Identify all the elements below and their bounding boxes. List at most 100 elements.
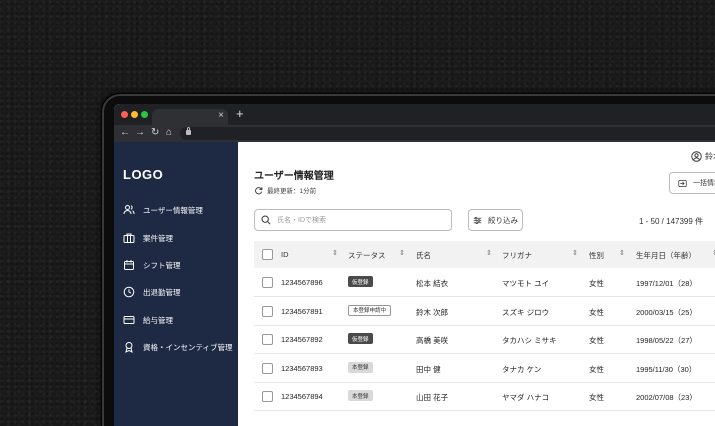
card-icon bbox=[123, 316, 135, 324]
cell-name: 高橋 美咲 bbox=[416, 336, 449, 345]
cell-gender: 女性 bbox=[589, 336, 604, 345]
sidebar-item-projects[interactable]: 案件管理 bbox=[123, 231, 173, 245]
last-updated: 最終更新：1分前 bbox=[254, 185, 316, 195]
table-header: ID ⇕ ステータス ⇕ 氏名 ⇕ フリガナ ⇕ 性別 ⇕ 生年月日（年齢） ⇕ bbox=[254, 241, 715, 268]
cell-id: 1234567893 bbox=[281, 363, 323, 373]
sidebar-item-label: ユーザー情報管理 bbox=[143, 205, 203, 215]
filter-button[interactable]: 絞り込み bbox=[468, 209, 523, 231]
browser-tabbar: × + bbox=[114, 104, 715, 125]
users-icon bbox=[123, 205, 135, 215]
address-bar-row: ← → ↻ ⌂ bbox=[114, 125, 715, 142]
sort-icon[interactable]: ⇕ bbox=[619, 249, 625, 257]
column-header-id[interactable]: ID bbox=[281, 250, 289, 259]
search-input[interactable]: 氏名・IDで検索 bbox=[254, 209, 452, 231]
status-badge: 仮登録 bbox=[348, 276, 373, 287]
sidebar-item-attendance[interactable]: 出退勤管理 bbox=[123, 285, 181, 299]
status-badge: 本登録 bbox=[348, 361, 373, 373]
sort-icon[interactable]: ⇕ bbox=[332, 249, 338, 257]
table-row[interactable]: 1234567892 高橋 美咲 タカハシ ミサキ 女性 1998/05/22（27） 仮… bbox=[254, 325, 715, 354]
logo: LOGO bbox=[123, 167, 164, 182]
column-header-name[interactable]: 氏名 bbox=[416, 250, 431, 261]
sidebar-item-qualifications[interactable]: 資格・インセンティブ管理 bbox=[123, 340, 233, 354]
sidebar-item-payroll[interactable]: 給与管理 bbox=[123, 313, 173, 327]
cell-gender: 女性 bbox=[589, 393, 604, 402]
table-row[interactable]: 1234567891 鈴木 次郎 スズキ ジロウ 女性 2000/03/15（25） 本登… bbox=[254, 297, 715, 326]
row-checkbox[interactable] bbox=[262, 391, 273, 402]
table-row[interactable]: 1234567894 山田 花子 ヤマダ ハナコ 女性 2002/07/08（23） 本登… bbox=[254, 382, 715, 411]
filter-icon bbox=[473, 216, 482, 224]
column-header-birthdate[interactable]: 生年月日（年齢） bbox=[636, 250, 696, 261]
column-header-gender[interactable]: 性別 bbox=[589, 250, 604, 261]
refresh-icon[interactable] bbox=[254, 186, 263, 195]
sidebar-item-label: 案件管理 bbox=[143, 233, 173, 243]
pagination-info: 1 - 50 / 147399 件 bbox=[639, 217, 704, 226]
cell-gender: 女性 bbox=[589, 279, 604, 288]
status-badge: 本登録 bbox=[348, 390, 373, 401]
briefcase-icon bbox=[123, 233, 135, 243]
sidebar: LOGO ユーザー情報管理 案件管理 シフト管理 出退勤管理 給与管理 資格・イ… bbox=[114, 142, 238, 426]
sidebar-item-label: 給与管理 bbox=[143, 315, 173, 325]
forward-icon[interactable]: → bbox=[135, 127, 145, 138]
user-icon[interactable] bbox=[691, 151, 702, 162]
last-updated-text: 最終更新：1分前 bbox=[267, 188, 317, 195]
cell-kana: ヤマダ ハナコ bbox=[502, 393, 550, 402]
sidebar-item-users[interactable]: ユーザー情報管理 bbox=[123, 203, 203, 217]
row-checkbox[interactable] bbox=[262, 305, 273, 317]
sidebar-item-shifts[interactable]: シフト管理 bbox=[123, 258, 181, 272]
filter-label: 絞り込み bbox=[488, 215, 518, 225]
new-tab-icon[interactable]: + bbox=[236, 106, 244, 121]
page-title: ユーザー情報管理 bbox=[254, 171, 334, 182]
cell-name: 松本 結衣 bbox=[416, 279, 449, 288]
tab-close-icon[interactable]: × bbox=[218, 110, 224, 121]
sort-icon[interactable]: ⇕ bbox=[572, 249, 578, 257]
import-icon bbox=[678, 179, 687, 187]
cell-birth: 2002/07/08（23） bbox=[636, 393, 697, 402]
cell-birth: 1995/11/30（30） bbox=[636, 364, 697, 374]
cell-birth: 1998/05/22（27） bbox=[636, 336, 697, 345]
row-checkbox[interactable] bbox=[262, 362, 273, 374]
search-icon bbox=[261, 215, 271, 225]
table-row[interactable]: 1234567893 田中 健 タナカ ケン 女性 1995/11/30（30） 本登録 bbox=[254, 354, 715, 383]
cell-name: 山田 花子 bbox=[416, 393, 449, 402]
sort-icon[interactable]: ⇕ bbox=[486, 249, 492, 257]
row-checkbox[interactable] bbox=[262, 277, 273, 288]
browser-tab[interactable]: × bbox=[152, 109, 228, 125]
close-window-dot[interactable] bbox=[121, 111, 128, 118]
main-content: 鈴木 ユーザー情報管理 最終更新：1分前 一括情報 氏名・IDで検索 絞り込み … bbox=[238, 142, 715, 426]
column-header-kana[interactable]: フリガナ bbox=[502, 250, 532, 261]
user-name[interactable]: 鈴木 bbox=[705, 151, 715, 162]
table-row[interactable]: 1234567896 松本 結衣 マツモト ユイ 女性 1997/12/01（28） 仮登… bbox=[254, 268, 715, 297]
cell-kana: タカハシ ミサキ bbox=[502, 336, 557, 345]
cell-id: 1234567896 bbox=[281, 278, 323, 287]
sidebar-item-label: シフト管理 bbox=[143, 260, 181, 270]
bulk-info-label: 一括情報 bbox=[693, 180, 715, 187]
column-header-status[interactable]: ステータス bbox=[348, 250, 386, 261]
cell-id: 1234567891 bbox=[281, 306, 323, 316]
minimize-window-dot[interactable] bbox=[131, 111, 138, 118]
status-badge: 本登録申請中 bbox=[348, 304, 392, 316]
cell-name: 鈴木 次郎 bbox=[416, 307, 449, 317]
sidebar-item-label: 出退勤管理 bbox=[143, 287, 181, 297]
laptop-frame: × + ← → ↻ ⌂ LOGO ユーザー情報管理 案件管理 シフト管理 出退勤… bbox=[102, 94, 715, 426]
bulk-info-button[interactable]: 一括情報 bbox=[669, 172, 715, 194]
back-icon[interactable]: ← bbox=[120, 127, 130, 138]
sort-icon[interactable]: ⇕ bbox=[399, 249, 405, 257]
cell-birth: 1997/12/01（28） bbox=[636, 279, 697, 288]
sidebar-item-label: 資格・インセンティブ管理 bbox=[143, 342, 233, 352]
clock-icon bbox=[123, 286, 135, 298]
browser-window: × + ← → ↻ ⌂ LOGO ユーザー情報管理 案件管理 シフト管理 出退勤… bbox=[114, 104, 715, 426]
cell-kana: スズキ ジロウ bbox=[502, 307, 550, 317]
cell-birth: 2000/03/15（25） bbox=[636, 307, 697, 317]
lock-icon bbox=[186, 127, 191, 135]
url-field[interactable] bbox=[180, 127, 715, 140]
maximize-window-dot[interactable] bbox=[141, 111, 148, 118]
status-badge: 仮登録 bbox=[348, 333, 373, 344]
cell-gender: 女性 bbox=[589, 307, 604, 317]
row-checkbox[interactable] bbox=[262, 334, 273, 345]
cell-gender: 女性 bbox=[589, 364, 604, 374]
home-icon[interactable]: ⌂ bbox=[166, 127, 172, 138]
reload-icon[interactable]: ↻ bbox=[151, 127, 159, 138]
select-all-checkbox[interactable] bbox=[262, 249, 273, 260]
search-placeholder: 氏名・IDで検索 bbox=[277, 217, 326, 224]
award-icon bbox=[125, 342, 133, 353]
